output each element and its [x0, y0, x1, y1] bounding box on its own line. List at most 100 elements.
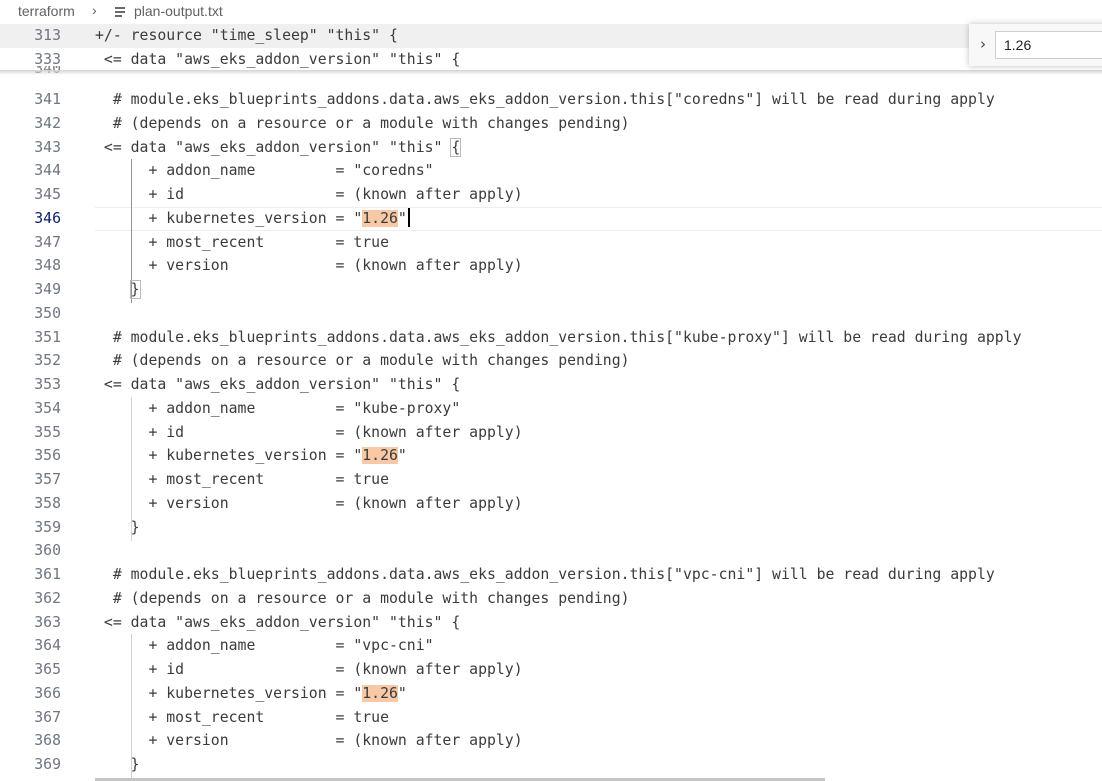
line-number: 313 — [34, 27, 61, 44]
code-line[interactable]: + addon_name = "coredns" — [95, 159, 433, 183]
code-line[interactable]: # (depends on a resource or a module wit… — [95, 112, 630, 136]
line-number: 352 — [34, 352, 61, 369]
line-number: 345 — [34, 186, 61, 203]
bracket-match: { — [450, 138, 462, 157]
line-number: 360 — [34, 542, 61, 559]
line-number: 366 — [34, 685, 61, 702]
line-number: 349 — [34, 281, 61, 298]
code-text: } — [95, 519, 140, 536]
code-line[interactable]: # module.eks_blueprints_addons.data.aws_… — [95, 326, 1022, 350]
code-line[interactable]: + addon_name = "kube-proxy" — [95, 397, 460, 421]
line-number: 356 — [34, 447, 61, 464]
line-number: 342 — [34, 115, 61, 132]
line-number: 344 — [34, 162, 61, 179]
line-number: 347 — [34, 234, 61, 251]
code-text: # module.eks_blueprints_addons.data.aws_… — [95, 566, 995, 583]
search-match-highlight: 1.26 — [362, 447, 398, 464]
code-line[interactable]: + version = (known after apply) — [95, 492, 522, 516]
code-text: + id = (known after apply) — [95, 661, 523, 678]
code-line[interactable]: <= data "aws_eks_addon_version" "this" { — [95, 373, 460, 397]
code-line[interactable]: # module.eks_blueprints_addons.data.aws_… — [95, 88, 995, 112]
code-line[interactable]: + id = (known after apply) — [95, 421, 523, 445]
code-text: # module.eks_blueprints_addons.data.aws_… — [95, 329, 1022, 346]
line-number: 369 — [34, 756, 61, 773]
code-line[interactable]: + kubernetes_version = "1.26" — [95, 207, 410, 231]
toggle-replace-chevron-icon[interactable]: › — [974, 33, 992, 55]
line-number: 362 — [34, 590, 61, 607]
line-number: 343 — [34, 139, 61, 156]
line-number: 359 — [34, 519, 61, 536]
code-line[interactable]: + most_recent = true — [95, 231, 389, 255]
code-line[interactable]: } — [95, 516, 140, 540]
text-file-icon — [114, 5, 126, 19]
code-text: <= data "aws_eks_addon_version" "this" — [95, 139, 452, 156]
code-line[interactable]: } — [95, 753, 140, 777]
code-line[interactable]: # (depends on a resource or a module wit… — [95, 349, 630, 373]
sticky-scroll-line[interactable]: 333 <= data "aws_eks_addon_version" "thi… — [0, 48, 1102, 72]
breadcrumb-file[interactable]: plan-output.txt — [134, 3, 223, 19]
code-text: # (depends on a resource or a module wit… — [95, 352, 630, 369]
code-text: + version = (known after apply) — [95, 732, 523, 749]
code-line[interactable]: + addon_name = "vpc-cni" — [95, 634, 434, 658]
code-text: <= data "aws_eks_addon_version" "this" { — [95, 614, 461, 631]
code-text: + kubernetes_version = " — [95, 210, 363, 227]
code-text: + version = (known after apply) — [95, 257, 523, 274]
code-text: # (depends on a resource or a module wit… — [95, 590, 630, 607]
code-line: +/- resource "time_sleep" "this" { — [95, 27, 398, 44]
line-number: 361 — [34, 566, 61, 583]
text-cursor — [407, 208, 410, 227]
code-line[interactable]: <= data "aws_eks_addon_version" "this" { — [95, 611, 460, 635]
find-input[interactable] — [995, 31, 1102, 59]
code-line[interactable]: + id = (known after apply) — [95, 183, 523, 207]
breadcrumb: terraform › plan-output.txt — [0, 0, 1102, 24]
code-text: + kubernetes_version = " — [95, 447, 363, 464]
code-line[interactable]: # module.eks_blueprints_addons.data.aws_… — [95, 563, 995, 587]
code-line[interactable]: + id = (known after apply) — [95, 658, 523, 682]
code-text: + addon_name = "vpc-cni" — [95, 637, 434, 654]
line-number: 367 — [34, 709, 61, 726]
code-line[interactable]: # (depends on a resource or a module wit… — [95, 587, 630, 611]
line-number: 363 — [34, 614, 61, 631]
code-text: + most_recent = true — [95, 471, 389, 488]
bracket-match: } — [129, 280, 141, 299]
code-text: # module.eks_blueprints_addons.data.aws_… — [95, 91, 995, 108]
breadcrumb-folder[interactable]: terraform — [18, 3, 75, 19]
line-number: 350 — [34, 305, 61, 322]
line-number: 346 — [34, 210, 61, 227]
code-line[interactable]: + version = (known after apply) — [95, 729, 523, 753]
line-number: 368 — [34, 732, 61, 749]
code-line: <= data "aws_eks_addon_version" "this" { — [95, 51, 461, 68]
code-line[interactable]: } — [95, 278, 141, 302]
sticky-scroll-line[interactable]: 313 +/- resource "time_sleep" "this" { — [0, 24, 1102, 48]
code-line[interactable]: + kubernetes_version = "1.26" — [95, 682, 407, 706]
code-line[interactable]: + most_recent = true — [95, 468, 389, 492]
code-line[interactable]: <= data "aws_eks_addon_version" "this" { — [95, 136, 462, 160]
code-text: " — [397, 685, 407, 702]
code-text: " — [397, 447, 407, 464]
code-text: } — [95, 756, 140, 773]
line-number: 354 — [34, 400, 61, 417]
code-text: # (depends on a resource or a module wit… — [95, 115, 630, 132]
chevron-right-icon: › — [92, 2, 97, 18]
search-match-highlight: 1.26 — [362, 685, 398, 702]
line-number: 364 — [34, 637, 61, 654]
code-text: + id = (known after apply) — [95, 424, 523, 441]
code-text: " — [397, 210, 407, 227]
line-number: 348 — [34, 257, 61, 274]
line-number: 357 — [34, 471, 61, 488]
line-number: 353 — [34, 376, 61, 393]
code-text: + kubernetes_version = " — [95, 685, 363, 702]
code-line[interactable]: + kubernetes_version = "1.26" — [95, 444, 407, 468]
line-number: 358 — [34, 495, 61, 512]
search-match-highlight: 1.26 — [362, 210, 398, 227]
find-widget: › — [969, 24, 1102, 66]
line-number: 365 — [34, 661, 61, 678]
code-text: + addon_name = "kube-proxy" — [95, 400, 461, 417]
line-number: 341 — [34, 91, 61, 108]
sticky-scroll-shadow — [0, 70, 1102, 75]
code-line[interactable]: + version = (known after apply) — [95, 254, 523, 278]
code-text: + id = (known after apply) — [95, 186, 523, 203]
code-text: <= data "aws_eks_addon_version" "this" { — [95, 376, 461, 393]
code-line[interactable]: + most_recent = true — [95, 706, 389, 730]
